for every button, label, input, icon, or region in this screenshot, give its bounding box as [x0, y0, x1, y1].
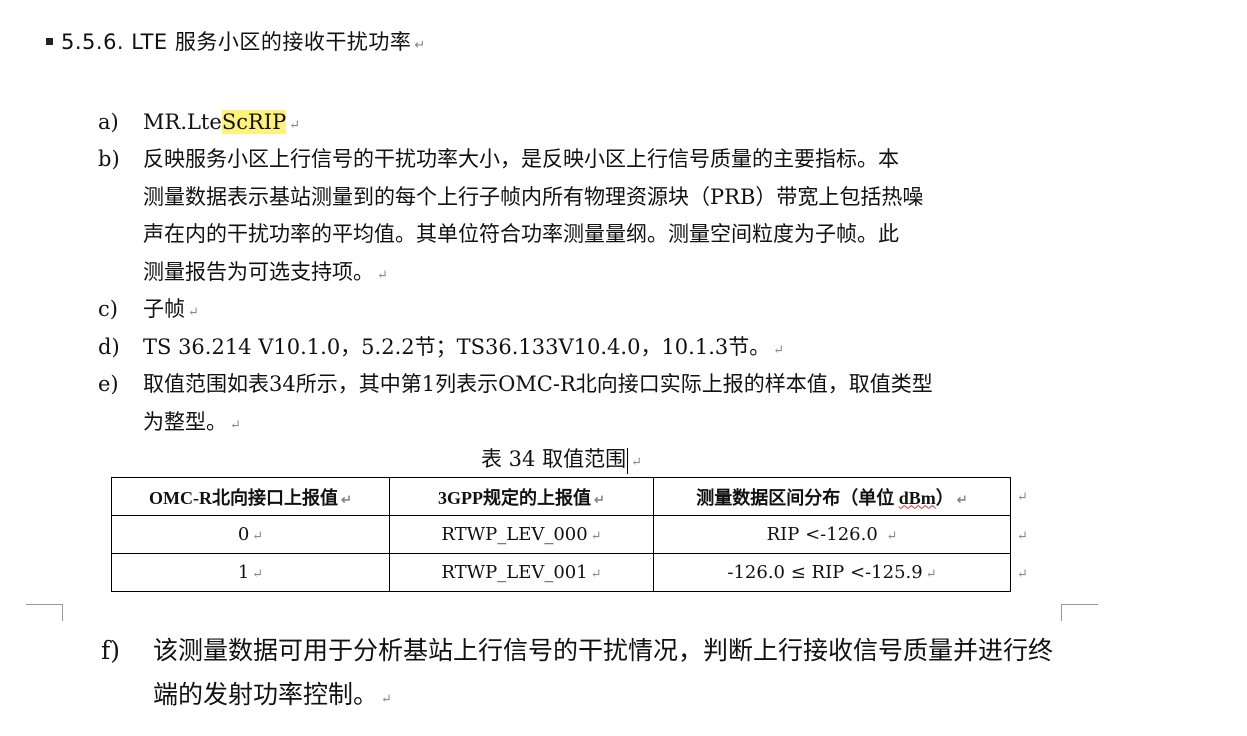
- paragraph-mark-icon: ↵: [289, 118, 301, 133]
- item-f-line: 该测量数据可用于分析基站上行信号的干扰情况，判断上行接收信号质量并进行终: [153, 636, 1054, 665]
- item-e-line: 为整型。: [143, 409, 227, 434]
- paragraph-mark-icon: ↵: [188, 305, 199, 320]
- table-cell: -126.0 ≤ RIP <-125.9 ↵: [653, 553, 1011, 592]
- paragraph-mark-icon: ↵: [631, 455, 642, 470]
- paragraph-mark-icon: ↵: [414, 38, 426, 53]
- item-label: b): [98, 147, 120, 171]
- text-cursor: [627, 447, 629, 474]
- value-range-table: OMC-R北向接口上报值 ↵ 3GPP规定的上报值 ↵ 测量数据区间分布（单位 dB…: [111, 477, 1011, 592]
- table-cell: 0 ↵: [111, 515, 390, 554]
- paragraph-mark-icon: ↵: [925, 567, 937, 582]
- table-header-cell: OMC-R北向接口上报值 ↵: [111, 477, 390, 516]
- table-header-row: OMC-R北向接口上报值 ↵ 3GPP规定的上报值 ↵ 测量数据区间分布（单位 dB…: [111, 477, 1011, 516]
- item-label: e): [98, 372, 119, 396]
- item-e-line: 取值范围如表34所示，其中第1列表示OMC-R北向接口实际上报的样本值，取值类型: [143, 372, 933, 396]
- section-heading: 5.5.6. LTE 服务小区的接收干扰功率 ↵: [46, 26, 426, 56]
- table-row: 1 ↵ RTWP_LEV_001 ↵ -126.0 ≤ RIP <-125.9 ↵: [111, 553, 1011, 592]
- item-label: a): [98, 110, 119, 134]
- paragraph-mark-icon: ↵: [381, 692, 392, 707]
- table-row: 0 ↵ RTWP_LEV_000 ↵ RIP <-126.0 ↵: [111, 515, 1011, 554]
- spellcheck-underline: dBm: [898, 487, 936, 508]
- paragraph-mark-icon: ↵: [252, 529, 264, 544]
- table-header-cell: 3GPP规定的上报值 ↵: [389, 477, 654, 516]
- item-d-text: TS 36.214 V10.1.0，5.2.2节；TS36.133V10.4.0…: [143, 335, 771, 359]
- item-b-line: 测量报告为可选支持项。: [143, 259, 374, 284]
- highlighted-text: ScRIP: [221, 110, 287, 134]
- page-corner-mark: [1061, 604, 1098, 621]
- item-label: c): [98, 297, 118, 321]
- paragraph-mark-icon: ↵: [594, 491, 605, 507]
- paragraph-mark-icon: ↵: [590, 567, 602, 582]
- table-cell: 1 ↵: [111, 553, 390, 592]
- row-end-mark-icon: ↵: [1017, 529, 1028, 544]
- paragraph-mark-icon: ↵: [956, 491, 968, 507]
- item-b-line: 测量数据表示基站测量到的每个上行子帧内所有物理资源块（PRB）带宽上包括热噪: [143, 184, 924, 209]
- table-header-cell: 测量数据区间分布（单位 dBm） ↵: [653, 477, 1011, 516]
- heading-text: 5.5.6. LTE 服务小区的接收干扰功率: [61, 30, 412, 54]
- row-end-mark-icon: ↵: [1017, 567, 1028, 582]
- item-c-text: 子帧: [143, 297, 185, 321]
- item-label: d): [98, 335, 120, 359]
- paragraph-mark-icon: ↵: [377, 267, 388, 283]
- item-label: f): [101, 636, 121, 665]
- item-b-line: 反映服务小区上行信号的干扰功率大小，是反映小区上行信号质量的主要指标。本: [143, 147, 899, 171]
- page-corner-mark: [26, 604, 63, 621]
- table-cell: RIP <-126.0 ↵: [653, 515, 1011, 554]
- paragraph-mark-icon: ↵: [886, 529, 898, 544]
- paragraph-mark-icon: ↵: [590, 529, 602, 544]
- row-end-mark-icon: ↵: [1017, 490, 1028, 505]
- paragraph-mark-icon: ↵: [252, 567, 264, 582]
- table-caption-text: 表 34 取值范围: [481, 447, 627, 471]
- paragraph-mark-icon: ↵: [230, 417, 241, 433]
- item-f-line: 端的发射功率控制。: [153, 680, 379, 709]
- item-a-prefix: MR.Lte: [143, 110, 222, 134]
- table-caption: 表 34 取值范围 ↵: [481, 443, 642, 474]
- table-cell: RTWP_LEV_000 ↵: [389, 515, 654, 554]
- paragraph-mark-icon: ↵: [341, 491, 352, 507]
- table-cell: RTWP_LEV_001 ↵: [389, 553, 654, 592]
- item-b-line: 声在内的干扰功率的平均值。其单位符合功率测量量纲。测量空间粒度为子帧。此: [143, 222, 899, 246]
- list-bullet-icon: [46, 37, 53, 45]
- paragraph-mark-icon: ↵: [773, 343, 785, 358]
